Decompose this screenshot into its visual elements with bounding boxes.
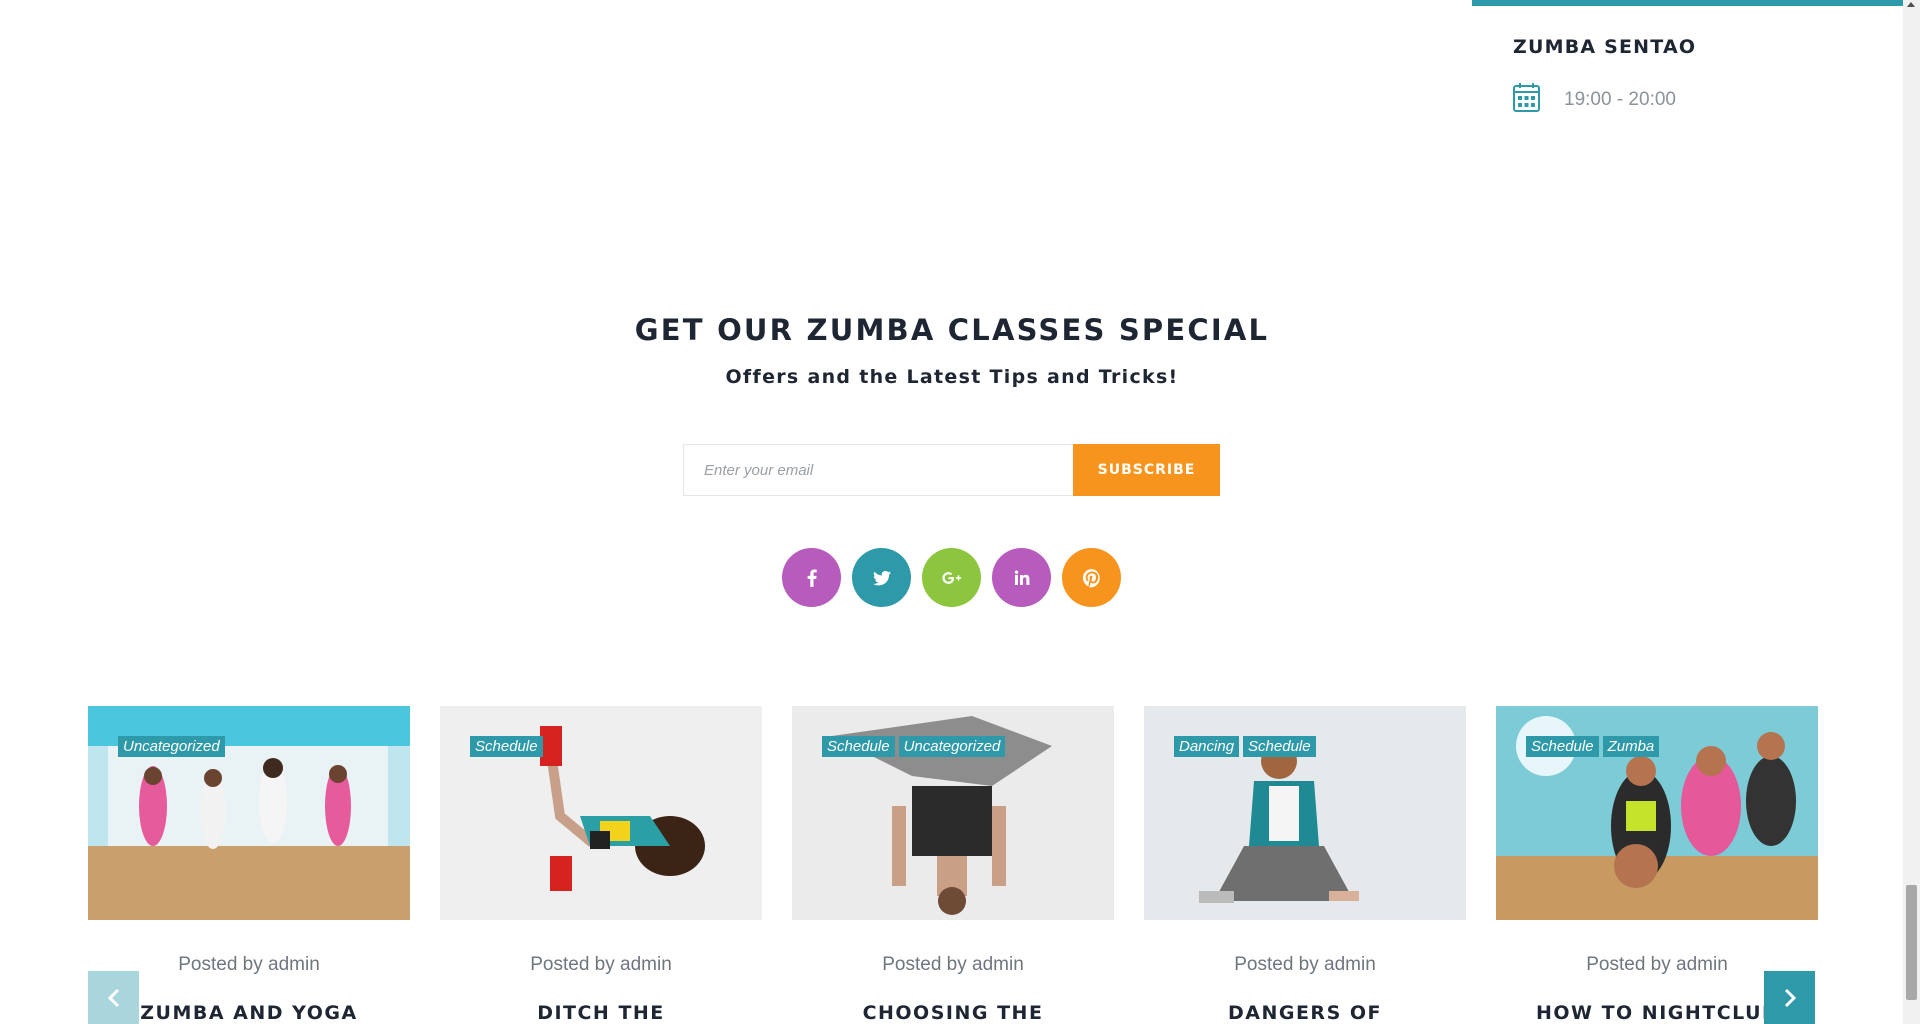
post-card[interactable]: Schedule Posted by admin DITCH THE (440, 706, 762, 1024)
tag[interactable]: Zumba (1602, 736, 1660, 757)
facebook-icon (807, 569, 817, 587)
post-title[interactable]: DANGERS OF (1134, 1002, 1476, 1024)
carousel-next-button[interactable] (1764, 971, 1815, 1024)
schedule-time: 19:00 - 20:00 (1564, 88, 1676, 110)
chevron-right-icon (1784, 988, 1796, 1007)
tag[interactable]: Uncategorized (898, 736, 1006, 757)
scroll-thumb[interactable] (1906, 885, 1917, 1000)
page-scrollbar[interactable] (1903, 0, 1920, 1024)
newsletter-subtitle: Offers and the Latest Tips and Tricks! (725, 366, 1179, 388)
post-tags: Uncategorized (118, 736, 225, 757)
post-title[interactable]: CHOOSING THE (782, 1002, 1124, 1024)
tag[interactable]: Schedule (1526, 736, 1599, 757)
tag[interactable]: Schedule (822, 736, 895, 757)
posts-carousel: Uncategorized Posted by admin ZUMBA AND … (88, 706, 1818, 1024)
linkedin-icon (1014, 570, 1029, 585)
post-tags: Dancing Schedule (1174, 736, 1316, 757)
post-meta: Posted by admin (530, 954, 672, 975)
tag[interactable]: Schedule (470, 736, 543, 757)
post-meta: Posted by admin (882, 954, 1024, 975)
twitter-icon (872, 570, 891, 586)
subscribe-button[interactable]: SUBSCRIBE (1073, 444, 1220, 496)
chevron-left-icon (107, 988, 119, 1007)
post-card[interactable]: Schedule Uncategorized Posted by admin C… (792, 706, 1114, 1024)
post-tags: Schedule Zumba (1526, 736, 1660, 757)
post-title[interactable]: DITCH THE (430, 1002, 772, 1024)
schedule-card: ZUMBA SENTAO 19:00 - 20:00 (1472, 0, 1910, 134)
tag[interactable]: Uncategorized (118, 736, 225, 757)
google-plus-icon (941, 571, 961, 584)
email-input[interactable] (683, 444, 1074, 496)
linkedin-button[interactable] (992, 548, 1051, 607)
post-tags: Schedule (470, 736, 543, 757)
newsletter-title: GET OUR ZUMBA CLASSES SPECIAL (634, 313, 1270, 347)
post-meta: Posted by admin (1234, 954, 1376, 975)
scroll-up-arrow-icon[interactable] (1907, 2, 1915, 7)
calendar-icon (1513, 82, 1540, 117)
schedule-time-row: 19:00 - 20:00 (1513, 82, 1676, 117)
tag[interactable]: Dancing (1174, 736, 1240, 757)
pinterest-icon (1082, 568, 1100, 587)
facebook-button[interactable] (782, 548, 841, 607)
carousel-prev-button[interactable] (88, 971, 139, 1024)
post-card[interactable]: Dancing Schedule Posted by admin DANGERS… (1144, 706, 1466, 1024)
google-plus-button[interactable] (922, 548, 981, 607)
twitter-button[interactable] (852, 548, 911, 607)
pinterest-button[interactable] (1062, 548, 1121, 607)
social-links (782, 548, 1121, 607)
post-tags: Schedule Uncategorized (822, 736, 1006, 757)
tag[interactable]: Schedule (1243, 736, 1316, 757)
schedule-title: ZUMBA SENTAO (1513, 36, 1697, 58)
